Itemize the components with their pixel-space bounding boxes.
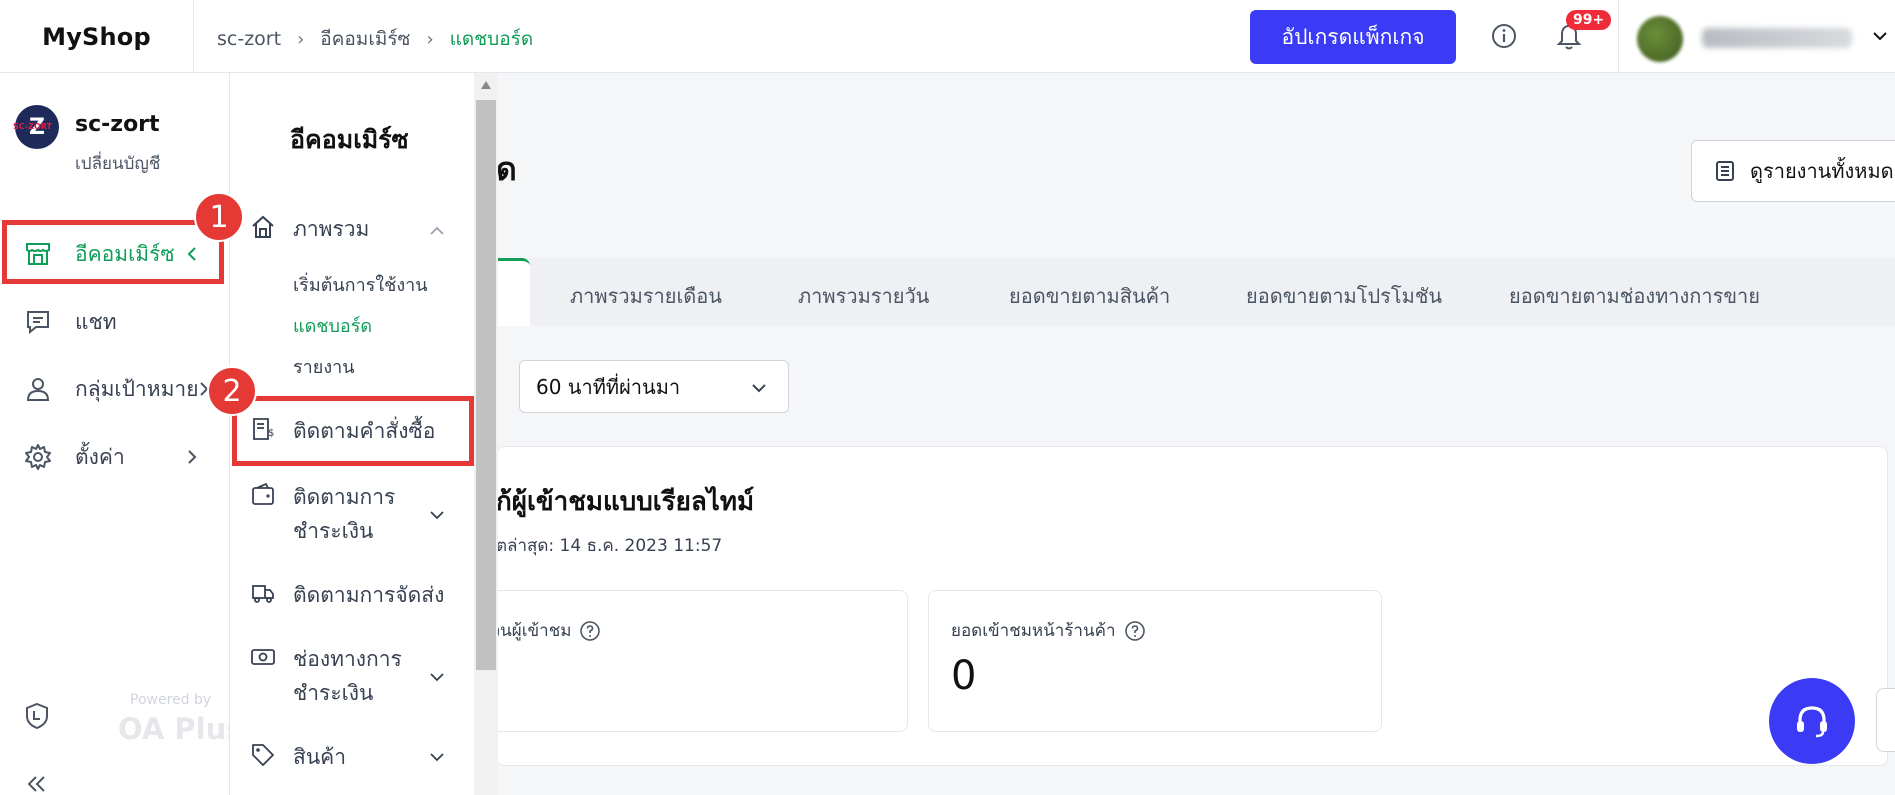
shop-avatar[interactable]: Z SC-ZORT	[13, 105, 59, 149]
support-chat-button[interactable]	[1769, 678, 1855, 764]
chevron-down-icon[interactable]	[1870, 26, 1890, 46]
submenu-item-products[interactable]: สินค้า	[230, 740, 480, 776]
view-all-reports-label: ดูรายงานทั้งหมด	[1750, 161, 1894, 183]
breadcrumb-ecommerce[interactable]: อีคอมเมิร์ซ	[320, 24, 410, 54]
sidebar-item-label: แชท	[75, 309, 117, 334]
highlight-box-order-tracking	[232, 396, 474, 466]
submenu-item-label: ชำระเงิน	[293, 681, 374, 705]
sidebar-item-chat[interactable]: แชท	[0, 293, 230, 351]
shop-name[interactable]: sc-zort	[75, 112, 160, 137]
collapse-sidebar-icon[interactable]	[26, 774, 48, 794]
stat-value-storefront-views: 0	[951, 653, 977, 699]
submenu-getting-started[interactable]: เริ่มต้นการใช้งาน	[293, 270, 428, 299]
tab-realtime[interactable]	[496, 258, 530, 326]
tab-monthly-overview[interactable]: ภาพรวมรายเดือน	[570, 280, 722, 312]
notification-badge: 99+	[1566, 10, 1612, 30]
tab-sales-by-channel[interactable]: ยอดขายตามช่องทางการขาย	[1509, 280, 1760, 312]
switch-account-link[interactable]: เปลี่ยนบัญชี	[75, 150, 160, 177]
stat-card-visitors: นวนผู้เข้าชม 0	[460, 590, 908, 732]
divider	[1618, 0, 1619, 72]
page-title: ด	[496, 150, 517, 188]
shield-icon[interactable]	[24, 702, 50, 730]
sidebar-item-label: ตั้งค่า	[75, 444, 125, 469]
time-range-value: 60 นาทีที่ผ่านมา	[536, 374, 681, 399]
submenu-item-payment-tracking[interactable]: ติดตามการ ชำระเงิน	[230, 480, 480, 550]
submenu-item-payment-channels[interactable]: ช่องทางการ ชำระเงิน	[230, 642, 480, 712]
submenu-item-shipping-tracking[interactable]: ติดตามการจัดส่ง	[230, 578, 480, 614]
tab-daily-overview[interactable]: ภาพรวมรายวัน	[798, 280, 929, 312]
highlight-box-ecommerce	[2, 220, 224, 284]
tab-sales-by-promotion[interactable]: ยอดขายตามโปรโมชัน	[1246, 280, 1442, 312]
chat-icon	[27, 311, 49, 335]
stat-label-storefront-views: ยอดเข้าชมหน้าร้านค้า	[951, 621, 1116, 641]
breadcrumb-shop[interactable]: sc-zort	[217, 28, 281, 50]
user-avatar[interactable]	[1637, 16, 1683, 62]
submenu-scrollbar-thumb[interactable]	[476, 100, 496, 670]
help-icon[interactable]	[579, 620, 601, 642]
chevron-down-icon	[430, 673, 444, 682]
breadcrumb-dashboard: แดชบอร์ด	[449, 28, 534, 50]
chevron-up-icon	[430, 226, 444, 235]
submenu-reports[interactable]: รายงาน	[293, 352, 355, 381]
submenu-item-label: ติดตามการ	[293, 485, 396, 509]
scroll-up-arrow-icon[interactable]	[480, 80, 492, 90]
app-logo[interactable]: MyShop	[42, 23, 151, 51]
submenu-dashboard[interactable]: แดชบอร์ด	[293, 311, 372, 340]
chevron-down-icon	[430, 511, 444, 520]
time-range-select[interactable]: 60 นาทีที่ผ่านมา	[519, 360, 789, 413]
headset-icon	[1797, 706, 1827, 738]
callout-badge-2: 2	[207, 366, 257, 416]
tag-icon	[252, 744, 274, 766]
report-icon	[1716, 161, 1734, 181]
callout-badge-1: 1	[194, 192, 244, 242]
brand-watermark: OA Plus	[118, 712, 244, 746]
chevron-right-icon	[188, 450, 197, 464]
chevron-right-icon: ›	[297, 28, 305, 50]
submenu-item-overview[interactable]: ภาพรวม	[230, 212, 480, 248]
submenu-item-label: ติดตามการจัดส่ง	[293, 583, 445, 607]
submenu-item-label: ชำระเงิน	[293, 519, 374, 543]
user-name-redacted[interactable]	[1702, 28, 1852, 48]
user-icon	[26, 378, 50, 401]
sidebar-item-audience[interactable]: กลุ่มเป้าหมาย	[0, 360, 230, 418]
cash-icon	[251, 649, 275, 665]
top-bar: MyShop sc-zort › อีคอมเมิร์ซ › แดชบอร์ด …	[0, 0, 1895, 73]
tab-sales-by-product[interactable]: ยอดขายตามสินค้า	[1009, 280, 1170, 312]
logo-area[interactable]: MyShop	[0, 0, 194, 73]
info-icon[interactable]	[1490, 22, 1518, 50]
stat-card-storefront-views: ยอดเข้าชมหน้าร้านค้า 0	[928, 590, 1382, 732]
upgrade-package-button[interactable]: อัปเกรดแพ็กเกจ	[1250, 10, 1456, 64]
submenu-item-label: ภาพรวม	[293, 217, 370, 241]
truck-icon	[252, 585, 274, 603]
powered-by-label: Powered by	[130, 692, 212, 708]
submenu-title: อีคอมเมิร์ซ	[290, 125, 409, 154]
realtime-title: ก้ผู้เข้าชมแบบเรียลไทม์	[496, 487, 755, 517]
sidebar-item-label: กลุ่มเป้าหมาย	[75, 376, 199, 401]
chevron-down-icon	[430, 753, 444, 762]
sidebar-item-settings[interactable]: ตั้งค่า	[0, 428, 230, 486]
last-updated: ตล่าสุด: 14 ธ.ค. 2023 11:57	[496, 536, 723, 556]
wallet-icon	[252, 482, 274, 505]
gear-icon	[25, 444, 51, 470]
side-drawer-tab[interactable]	[1876, 688, 1895, 752]
help-icon[interactable]	[1124, 620, 1146, 642]
home-icon	[252, 215, 274, 238]
breadcrumb: sc-zort › อีคอมเมิร์ซ › แดชบอร์ด	[217, 24, 533, 54]
chevron-down-icon	[752, 384, 766, 393]
view-all-reports-button[interactable]: ดูรายงานทั้งหมด	[1691, 140, 1895, 202]
submenu-item-label: ช่องทางการ	[293, 647, 402, 671]
submenu-item-label: สินค้า	[293, 745, 347, 769]
chevron-right-icon: ›	[426, 28, 434, 50]
